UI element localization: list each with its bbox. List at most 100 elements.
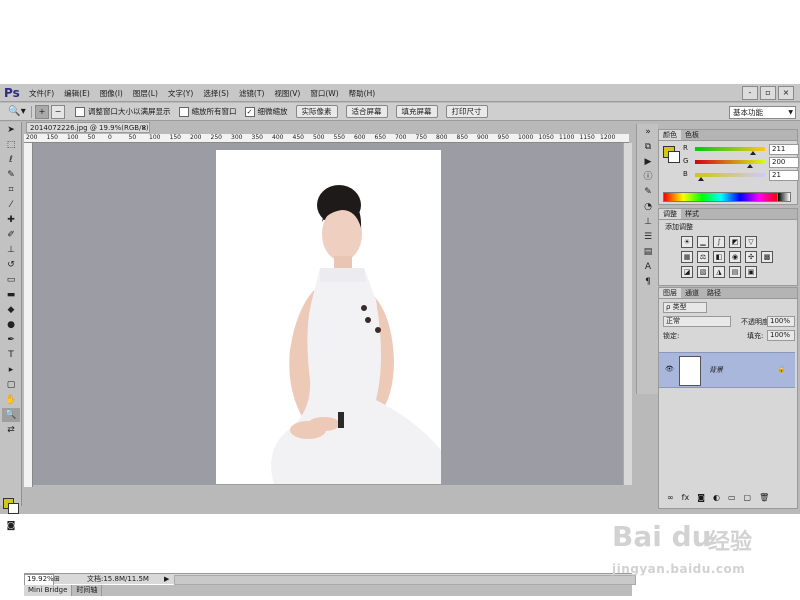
fill-screen-button[interactable]: 填充屏幕: [395, 105, 438, 118]
menu-item[interactable]: 文字(Y): [163, 88, 198, 99]
blue-slider-track[interactable]: [695, 173, 765, 177]
actual-pixels-button[interactable]: 实际像素: [295, 105, 338, 118]
blue-slider-thumb[interactable]: [697, 177, 704, 181]
clone-source-icon[interactable]: ⊥: [639, 215, 657, 229]
default-colors-icon[interactable]: ⇄: [2, 423, 20, 437]
layer-mask-icon[interactable]: ◙: [697, 493, 705, 502]
menu-item[interactable]: 视图(V): [269, 88, 305, 99]
color-spectrum-bar[interactable]: [663, 192, 779, 202]
zoom-tool-preset-icon[interactable]: 🔍▾: [6, 105, 28, 119]
crop-tool-icon[interactable]: ⌗: [2, 183, 20, 197]
properties-icon[interactable]: ▤: [639, 245, 657, 259]
green-value-field[interactable]: 200: [769, 157, 799, 168]
info-panel-icon[interactable]: ⓘ: [639, 170, 657, 184]
tab-styles[interactable]: 样式: [681, 209, 703, 219]
paragraph-panel-icon[interactable]: ¶: [639, 275, 657, 289]
zoom-all-windows-checkbox[interactable]: 缩放所有窗口: [178, 106, 237, 117]
eyedropper-tool-icon[interactable]: ⁄: [2, 198, 20, 212]
dodge-tool-icon[interactable]: ●: [2, 318, 20, 332]
green-slider-track[interactable]: [695, 160, 765, 164]
red-slider-thumb[interactable]: [750, 151, 757, 155]
vertical-scrollbar[interactable]: [623, 143, 632, 485]
eraser-tool-icon[interactable]: ▭: [2, 273, 20, 287]
brush-panel-icon[interactable]: ✎: [639, 185, 657, 199]
black-white-icon[interactable]: ◧: [713, 251, 725, 263]
marquee-tool-icon[interactable]: ⬚: [2, 138, 20, 152]
scrubby-zoom-checkbox[interactable]: ✓ 细微缩放: [244, 106, 288, 117]
tab-paths[interactable]: 路径: [703, 288, 725, 298]
tab-adjustments[interactable]: 调整: [659, 209, 681, 219]
minimize-button[interactable]: -: [742, 86, 758, 100]
layer-style-icon[interactable]: fx: [682, 493, 690, 502]
zoom-out-icon[interactable]: −: [51, 104, 65, 119]
tab-timeline[interactable]: 时间轴: [72, 585, 103, 596]
tab-layers[interactable]: 图层: [659, 288, 681, 298]
photo-filter-icon[interactable]: ◉: [729, 251, 741, 263]
new-layer-icon[interactable]: ▢: [744, 493, 752, 502]
tab-swatches[interactable]: 色板: [681, 130, 703, 140]
color-lookup-icon[interactable]: ▩: [761, 251, 773, 263]
menu-item[interactable]: 帮助(H): [344, 88, 381, 99]
pen-tool-icon[interactable]: ✒: [2, 333, 20, 347]
shape-tool-icon[interactable]: ▢: [2, 378, 20, 392]
black-white-ramp[interactable]: [777, 192, 791, 202]
blend-mode-select[interactable]: 正常: [663, 316, 731, 327]
character-panel-icon[interactable]: A: [639, 260, 657, 274]
levels-icon[interactable]: ▁: [697, 236, 709, 248]
menu-item[interactable]: 文件(F): [24, 88, 59, 99]
tab-mini-bridge[interactable]: Mini Bridge: [24, 585, 73, 596]
move-tool-icon[interactable]: ➤: [2, 123, 20, 137]
clone-stamp-tool-icon[interactable]: ⊥: [2, 243, 20, 257]
tab-channels[interactable]: 通道: [681, 288, 703, 298]
quick-select-tool-icon[interactable]: ✎: [2, 168, 20, 182]
fit-screen-button[interactable]: 适合屏幕: [345, 105, 388, 118]
opacity-field[interactable]: 100%: [767, 316, 795, 327]
history-panel-icon[interactable]: ⧉: [639, 140, 657, 154]
red-value-field[interactable]: 211: [769, 144, 799, 155]
blur-tool-icon[interactable]: ◆: [2, 303, 20, 317]
link-layers-icon[interactable]: ∞: [667, 493, 674, 502]
invert-icon[interactable]: ◪: [681, 266, 693, 278]
lasso-tool-icon[interactable]: ℓ: [2, 153, 20, 167]
new-adjustment-icon[interactable]: ◐: [713, 493, 720, 502]
curves-icon[interactable]: ∫: [713, 236, 725, 248]
zoom-tool-icon[interactable]: 🔍: [2, 408, 20, 422]
gradient-tool-icon[interactable]: ▬: [2, 288, 20, 302]
resize-windows-checkbox[interactable]: 调整窗口大小以满屏显示: [75, 106, 171, 117]
green-slider-thumb[interactable]: [746, 164, 753, 168]
tool-presets-icon[interactable]: ☰: [639, 230, 657, 244]
menu-item[interactable]: 图层(L): [128, 88, 163, 99]
status-menu-icon[interactable]: ⊞: [54, 574, 60, 585]
menu-item[interactable]: 选择(S): [198, 88, 234, 99]
layer-filter-select[interactable]: ρ 类型: [663, 302, 707, 313]
actions-panel-icon[interactable]: ▶: [639, 155, 657, 169]
close-icon[interactable]: ×: [141, 123, 147, 133]
channel-mixer-icon[interactable]: ✣: [745, 251, 757, 263]
restore-button[interactable]: ▫: [760, 86, 776, 100]
document-image[interactable]: [216, 150, 441, 484]
status-arrow-icon[interactable]: ▶: [164, 574, 169, 585]
color-balance-icon[interactable]: ⚖: [697, 251, 709, 263]
healing-brush-tool-icon[interactable]: ✚: [2, 213, 20, 227]
tab-color[interactable]: 颜色: [659, 130, 681, 140]
quick-mask-icon[interactable]: ◙: [2, 519, 20, 533]
posterize-icon[interactable]: ▧: [697, 266, 709, 278]
brightness-icon[interactable]: ☀: [681, 236, 693, 248]
vibrance-icon[interactable]: ▽: [745, 236, 757, 248]
hue-saturation-icon[interactable]: ▦: [681, 251, 693, 263]
color-background-swatch[interactable]: [668, 151, 680, 163]
history-brush-tool-icon[interactable]: ↺: [2, 258, 20, 272]
fill-field[interactable]: 100%: [767, 330, 795, 341]
menu-item[interactable]: 图像(I): [95, 88, 128, 99]
menu-item[interactable]: 编辑(E): [59, 88, 95, 99]
print-size-button[interactable]: 打印尺寸: [445, 105, 488, 118]
document-tab[interactable]: 2014072226.jpg @ 19.9%(RGB/8) ×: [26, 122, 150, 133]
threshold-icon[interactable]: ◮: [713, 266, 725, 278]
horizontal-scrollbar[interactable]: [174, 575, 636, 585]
collapse-panels-icon[interactable]: »: [639, 125, 657, 139]
brush-tool-icon[interactable]: ✐: [2, 228, 20, 242]
zoom-in-icon[interactable]: +: [35, 104, 49, 119]
eye-icon[interactable]: 👁: [665, 365, 674, 373]
new-group-icon[interactable]: ▭: [728, 493, 736, 502]
hand-tool-icon[interactable]: ✋: [2, 393, 20, 407]
